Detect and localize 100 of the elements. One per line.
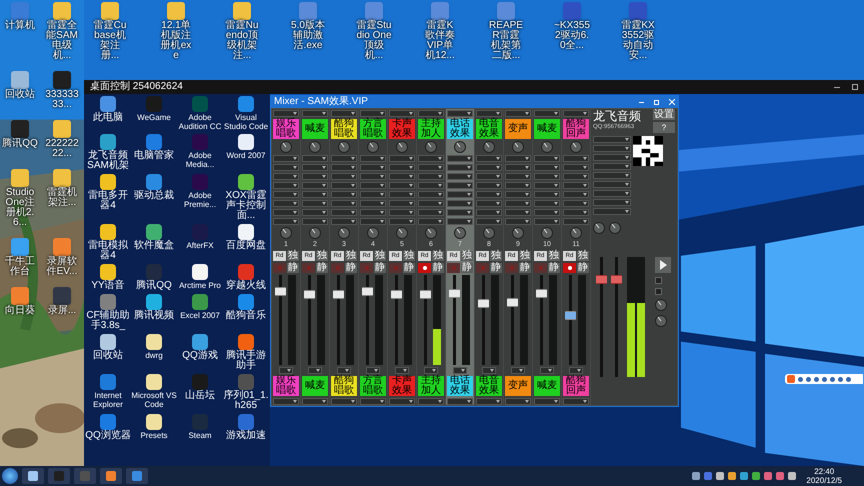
- dropdown[interactable]: [418, 191, 444, 198]
- dropdown[interactable]: [476, 398, 502, 405]
- dropdown[interactable]: [563, 164, 589, 171]
- app-icon[interactable]: [238, 174, 254, 190]
- start-icon[interactable]: [2, 468, 18, 484]
- solo-button[interactable]: 独: [403, 251, 415, 261]
- dropdown[interactable]: [534, 155, 560, 162]
- knob-icon[interactable]: [309, 141, 321, 153]
- knob-icon[interactable]: [396, 141, 408, 153]
- dropdown[interactable]: [563, 218, 589, 225]
- dropdown[interactable]: [360, 200, 386, 207]
- dropdown[interactable]: [302, 155, 328, 162]
- fader-handle[interactable]: [507, 298, 518, 306]
- dropdown[interactable]: [534, 398, 560, 405]
- fader-handle[interactable]: [596, 275, 607, 284]
- dropdown[interactable]: [476, 191, 502, 198]
- mute-button[interactable]: 静: [345, 263, 357, 273]
- dropdown[interactable]: [331, 173, 357, 180]
- dropdown[interactable]: [476, 110, 502, 117]
- dropdown[interactable]: [389, 173, 415, 180]
- knob-icon[interactable]: [483, 227, 495, 239]
- dropdown[interactable]: [534, 209, 560, 216]
- dropdown[interactable]: [337, 367, 351, 374]
- dropdown[interactable]: [476, 209, 502, 216]
- solo-button[interactable]: 独: [490, 251, 502, 261]
- knob-icon[interactable]: [338, 141, 350, 153]
- knob-icon[interactable]: [425, 227, 437, 239]
- app-icon[interactable]: [146, 294, 162, 310]
- fader-handle[interactable]: [565, 311, 576, 320]
- dropdown[interactable]: [534, 191, 560, 198]
- dropdown[interactable]: [505, 110, 531, 117]
- dropdown[interactable]: [447, 200, 473, 207]
- dropdown[interactable]: [447, 110, 473, 117]
- dropdown[interactable]: [331, 155, 357, 162]
- fader-handle[interactable]: [333, 290, 344, 300]
- dropdown[interactable]: [505, 182, 531, 189]
- app-icon[interactable]: [238, 224, 254, 240]
- knob-icon[interactable]: [338, 227, 350, 239]
- knob-icon[interactable]: [309, 227, 321, 239]
- dropdown[interactable]: [563, 173, 589, 180]
- dropdown[interactable]: [447, 182, 473, 189]
- solo-button[interactable]: 独: [461, 251, 473, 261]
- dropdown[interactable]: [418, 173, 444, 180]
- dropdown[interactable]: [505, 164, 531, 171]
- dropdown[interactable]: [476, 182, 502, 189]
- knob-icon[interactable]: [280, 227, 292, 239]
- knob-icon[interactable]: [541, 141, 553, 153]
- dropdown[interactable]: [389, 110, 415, 117]
- mute-button[interactable]: 静: [461, 263, 473, 273]
- knob-icon[interactable]: [541, 227, 553, 239]
- dropdown[interactable]: [302, 218, 328, 225]
- dropdown[interactable]: [302, 164, 328, 171]
- dropdown[interactable]: [302, 182, 328, 189]
- dropdown[interactable]: [569, 367, 583, 374]
- taskbar-app-icon[interactable]: [126, 468, 148, 484]
- dropdown[interactable]: [505, 398, 531, 405]
- dropdown[interactable]: [273, 191, 299, 198]
- dropdown[interactable]: [279, 367, 293, 374]
- dropdown[interactable]: [593, 136, 631, 143]
- dropdown[interactable]: [563, 209, 589, 216]
- fader-handle[interactable]: [536, 288, 547, 298]
- fader-handle[interactable]: [362, 286, 373, 296]
- fader-handle[interactable]: [275, 286, 286, 296]
- dropdown[interactable]: [389, 182, 415, 189]
- fader-handle[interactable]: [391, 290, 402, 300]
- knob-icon[interactable]: [570, 141, 582, 153]
- mute-button[interactable]: 静: [490, 263, 502, 273]
- knob-icon[interactable]: [367, 141, 379, 153]
- dropdown[interactable]: [331, 182, 357, 189]
- dropdown[interactable]: [505, 200, 531, 207]
- dropdown[interactable]: [273, 218, 299, 225]
- dropdown[interactable]: [453, 367, 467, 374]
- maximize-icon[interactable]: [852, 84, 858, 90]
- record-button[interactable]: [418, 263, 431, 273]
- app-icon[interactable]: [238, 134, 254, 150]
- dropdown[interactable]: [360, 164, 386, 171]
- knob-icon[interactable]: [570, 227, 582, 239]
- solo-button[interactable]: 独: [287, 251, 299, 261]
- dropdown[interactable]: [273, 209, 299, 216]
- dropdown[interactable]: [273, 164, 299, 171]
- dropdown[interactable]: [505, 218, 531, 225]
- knob-icon[interactable]: [512, 227, 524, 239]
- dropdown[interactable]: [447, 218, 473, 225]
- solo-button[interactable]: 独: [432, 251, 444, 261]
- fader-handle[interactable]: [478, 299, 489, 308]
- dropdown[interactable]: [302, 191, 328, 198]
- dropdown[interactable]: [534, 164, 560, 171]
- dropdown[interactable]: [563, 191, 589, 198]
- dropdown[interactable]: [534, 182, 560, 189]
- input-method-bar[interactable]: [785, 374, 863, 384]
- dropdown[interactable]: [534, 110, 560, 117]
- dropdown[interactable]: [273, 398, 299, 405]
- dropdown[interactable]: [424, 367, 438, 374]
- dropdown[interactable]: [302, 398, 328, 405]
- dropdown[interactable]: [476, 164, 502, 171]
- dropdown[interactable]: [360, 155, 386, 162]
- dropdown[interactable]: [331, 200, 357, 207]
- fader-handle[interactable]: [420, 290, 431, 300]
- dropdown[interactable]: [360, 209, 386, 216]
- dropdown[interactable]: [302, 173, 328, 180]
